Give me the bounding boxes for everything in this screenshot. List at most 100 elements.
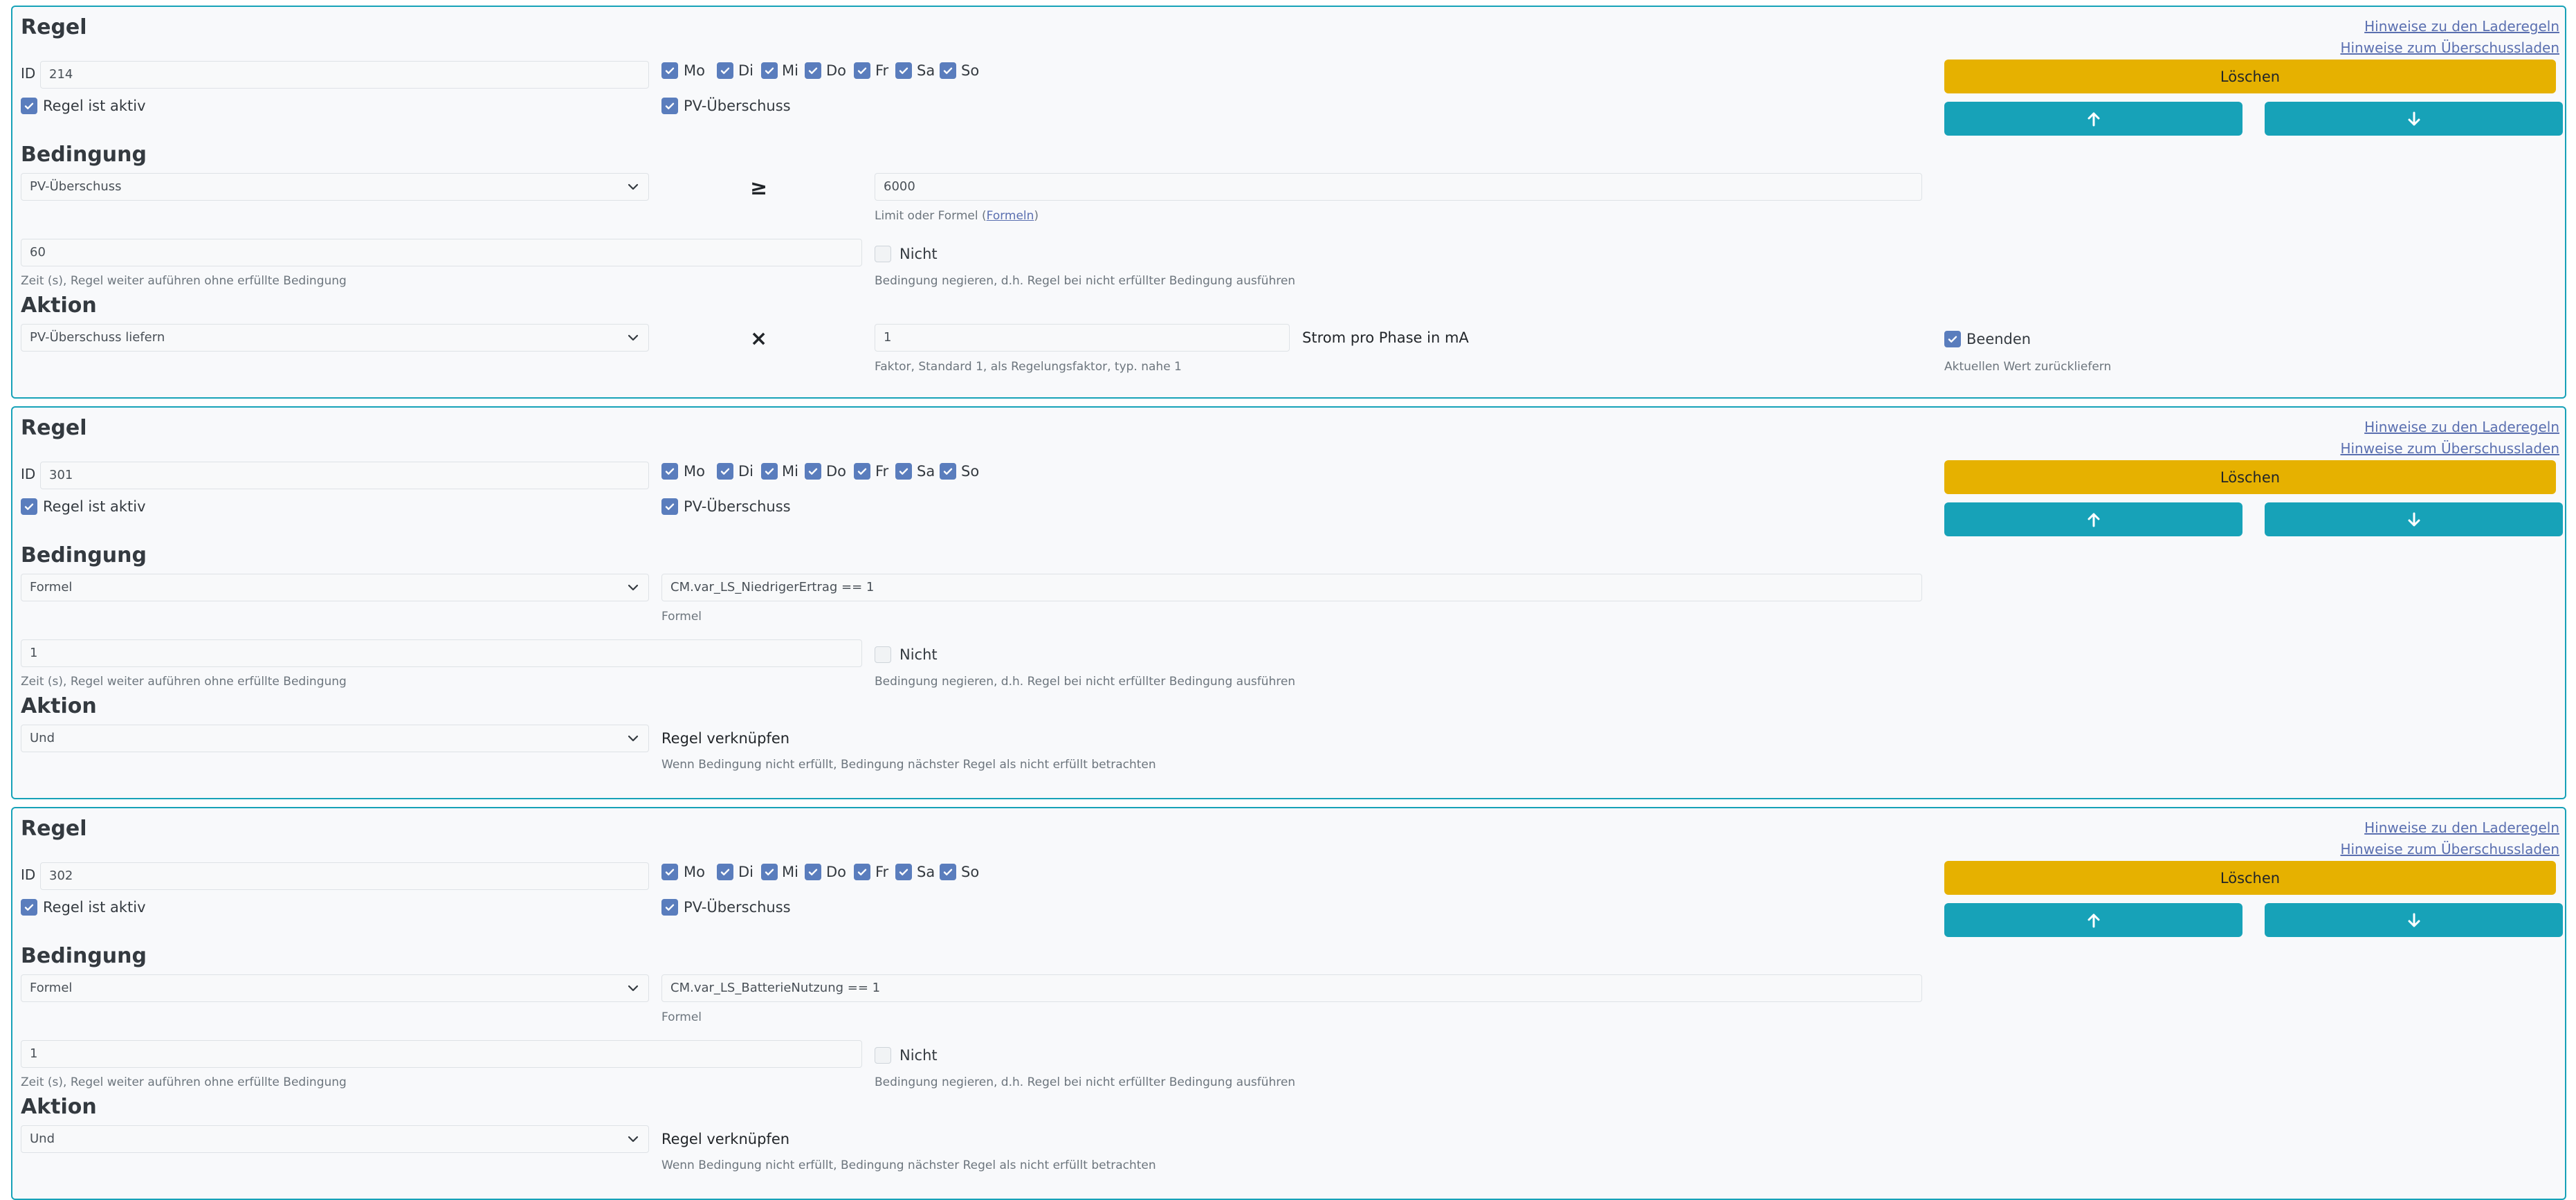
move-up-button[interactable] — [1944, 903, 2242, 937]
check-icon — [665, 503, 675, 510]
beenden-label: Beenden — [1966, 331, 2031, 347]
day-label-di: Di — [738, 463, 754, 480]
formula-input[interactable]: CM.var_LS_NiedrigerErtrag == 1 — [661, 574, 1922, 601]
check-icon — [857, 869, 867, 875]
day-checkbox-fr[interactable] — [854, 864, 870, 880]
move-down-button[interactable] — [2265, 502, 2563, 536]
factor-input[interactable]: 1 — [875, 324, 1290, 352]
link-ueberschuss[interactable]: Hinweise zum Überschussladen — [2340, 39, 2559, 56]
pv-label: PV-Überschuss — [684, 498, 791, 515]
pv-label: PV-Überschuss — [684, 98, 791, 114]
chevron-down-icon — [628, 735, 639, 742]
link-laderegeln[interactable]: Hinweise zu den Laderegeln — [2364, 18, 2559, 35]
delete-button[interactable]: Löschen — [1944, 861, 2556, 895]
link-laderegeln[interactable]: Hinweise zu den Laderegeln — [2364, 419, 2559, 435]
day-checkbox-sa[interactable] — [895, 62, 912, 79]
link-ueberschuss[interactable]: Hinweise zum Überschussladen — [2340, 841, 2559, 857]
id-label: ID — [21, 866, 36, 883]
formula-help: Formel — [661, 610, 702, 624]
move-down-button[interactable] — [2265, 903, 2563, 937]
pv-checkbox[interactable] — [661, 899, 678, 916]
negate-checkbox[interactable] — [875, 246, 891, 262]
action-select[interactable]: PV-Überschuss liefern — [21, 324, 649, 352]
day-label-so: So — [961, 463, 980, 480]
rule-card: Regel Hinweise zu den Laderegeln Hinweis… — [11, 6, 2566, 399]
move-up-button[interactable] — [1944, 502, 2242, 536]
rule-card: Regel Hinweise zu den Laderegeln Hinweis… — [11, 807, 2566, 1200]
condition-select[interactable]: PV-Überschuss — [21, 173, 649, 201]
action-title: Regel verknüpfen — [661, 1131, 790, 1147]
id-input[interactable]: 214 — [40, 61, 649, 89]
day-checkbox-mi[interactable] — [761, 463, 778, 480]
day-checkbox-fr[interactable] — [854, 463, 870, 480]
action-select[interactable]: Und — [21, 725, 649, 752]
beenden-checkbox[interactable] — [1944, 331, 1961, 347]
day-checkbox-mo[interactable] — [661, 62, 678, 79]
time-input[interactable]: 1 — [21, 639, 862, 667]
day-checkbox-di[interactable] — [717, 463, 733, 480]
chevron-down-icon — [628, 584, 639, 591]
link-laderegeln[interactable]: Hinweise zu den Laderegeln — [2364, 819, 2559, 836]
day-checkbox-mo[interactable] — [661, 463, 678, 480]
condition-select[interactable]: Formel — [21, 574, 649, 601]
check-icon — [899, 468, 908, 475]
day-checkbox-mi[interactable] — [761, 62, 778, 79]
id-input[interactable]: 301 — [40, 462, 649, 489]
check-icon — [808, 869, 818, 875]
day-checkbox-mi[interactable] — [761, 864, 778, 880]
check-icon — [943, 67, 953, 74]
check-icon — [808, 468, 818, 475]
action-select[interactable]: Und — [21, 1125, 649, 1153]
rule-title: Regel — [21, 817, 87, 841]
delete-button[interactable]: Löschen — [1944, 60, 2556, 93]
factor-help: Faktor, Standard 1, als Regelungsfaktor,… — [875, 360, 1182, 374]
delete-button[interactable]: Löschen — [1944, 460, 2556, 494]
negate-label: Nicht — [899, 246, 938, 262]
negate-checkbox[interactable] — [875, 646, 891, 663]
active-checkbox[interactable] — [21, 899, 37, 916]
day-checkbox-so[interactable] — [940, 62, 956, 79]
move-up-button[interactable] — [1944, 102, 2242, 136]
check-icon — [665, 468, 675, 475]
active-checkbox[interactable] — [21, 98, 37, 114]
negate-checkbox[interactable] — [875, 1047, 891, 1064]
pv-checkbox[interactable] — [661, 498, 678, 515]
day-checkbox-di[interactable] — [717, 864, 733, 880]
day-checkbox-di[interactable] — [717, 62, 733, 79]
action-heading: Aktion — [21, 1095, 97, 1119]
check-icon — [765, 67, 774, 74]
arrow-up-icon — [2088, 513, 2099, 527]
id-label: ID — [21, 65, 36, 82]
check-icon — [857, 468, 867, 475]
condition-select[interactable]: Formel — [21, 974, 649, 1002]
check-icon — [24, 503, 34, 510]
link-ueberschuss[interactable]: Hinweise zum Überschussladen — [2340, 440, 2559, 457]
condition-operator: ≥ — [750, 176, 768, 200]
arrow-down-icon — [2408, 512, 2420, 526]
check-icon — [24, 102, 34, 109]
action-heading: Aktion — [21, 293, 97, 318]
day-checkbox-sa[interactable] — [895, 864, 912, 880]
move-down-button[interactable] — [2265, 102, 2563, 136]
chevron-down-icon — [628, 183, 639, 190]
formula-input[interactable]: CM.var_LS_BatterieNutzung == 1 — [661, 974, 1922, 1002]
time-input[interactable]: 1 — [21, 1040, 862, 1068]
active-checkbox[interactable] — [21, 498, 37, 515]
limit-input[interactable]: 6000 — [875, 173, 1922, 201]
day-checkbox-fr[interactable] — [854, 62, 870, 79]
day-checkbox-do[interactable] — [805, 463, 821, 480]
day-checkbox-sa[interactable] — [895, 463, 912, 480]
day-checkbox-mo[interactable] — [661, 864, 678, 880]
unit-label: Strom pro Phase in mA — [1302, 329, 1469, 346]
formeln-link[interactable]: Formeln — [987, 209, 1034, 223]
pv-checkbox[interactable] — [661, 98, 678, 114]
day-checkbox-do[interactable] — [805, 62, 821, 79]
day-checkbox-do[interactable] — [805, 864, 821, 880]
time-input[interactable]: 60 — [21, 239, 862, 266]
rule-title: Regel — [21, 416, 87, 440]
day-checkbox-so[interactable] — [940, 864, 956, 880]
day-label-di: Di — [738, 62, 754, 79]
day-label-sa: Sa — [917, 62, 935, 79]
day-checkbox-so[interactable] — [940, 463, 956, 480]
id-input[interactable]: 302 — [40, 862, 649, 890]
